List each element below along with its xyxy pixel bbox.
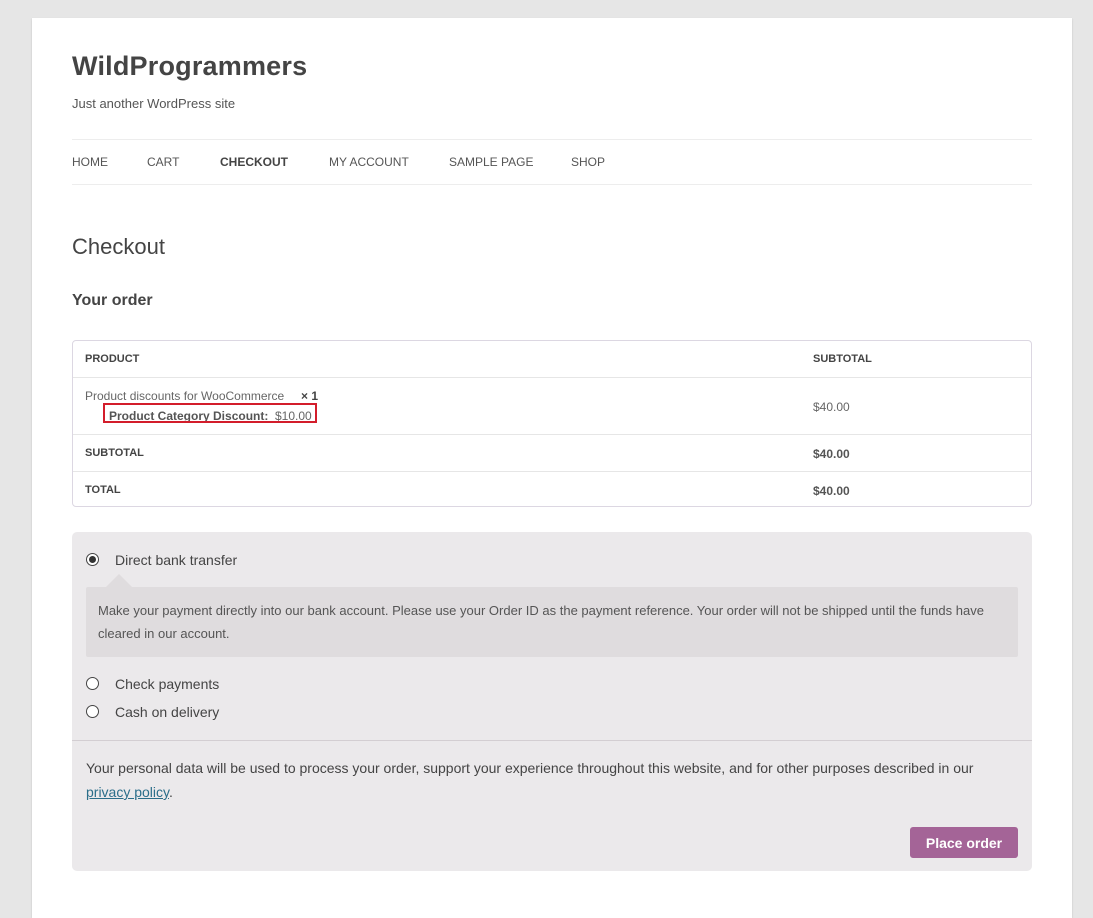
radio-direct-bank-transfer[interactable] [86, 553, 99, 566]
total-value: $40.00 [813, 484, 850, 498]
subtotal-column-header: SUBTOTAL [813, 353, 872, 365]
payment-description-box: Make your payment directly into our bank… [86, 587, 1018, 657]
order-table: PRODUCT SUBTOTAL Product discounts for W… [72, 340, 1032, 507]
page-title: Checkout [72, 234, 165, 259]
payment-description: Make your payment directly into our bank… [98, 603, 984, 641]
total-label: TOTAL [85, 484, 121, 496]
product-name: Product discounts for WooCommerce [85, 389, 285, 403]
product-subtotal: $40.00 [813, 400, 850, 414]
order-heading: Your order [72, 292, 153, 309]
nav-item-sample-page[interactable]: SAMPLE PAGE [449, 155, 533, 169]
privacy-text-end: . [169, 784, 173, 800]
page-container: WildProgrammers Just another WordPress s… [32, 18, 1072, 918]
payment-section: Direct bank transfer Make your payment d… [72, 532, 1032, 871]
subtotal-label: SUBTOTAL [85, 447, 144, 459]
payment-box-arrow [106, 574, 132, 587]
subtotal-row: SUBTOTAL $40.00 [73, 434, 1031, 471]
nav-item-cart[interactable]: CART [147, 155, 179, 169]
product-column-header: PRODUCT [85, 353, 140, 365]
payment-label-check-payments[interactable]: Check payments [115, 676, 219, 692]
nav-item-home[interactable]: HOME [72, 155, 108, 169]
privacy-notice: Your personal data will be used to proce… [86, 756, 1016, 804]
nav-item-shop[interactable]: SHOP [571, 155, 605, 169]
radio-selected-dot [89, 556, 96, 563]
place-order-button[interactable]: Place order [910, 827, 1018, 858]
radio-cash-on-delivery[interactable] [86, 705, 99, 718]
payment-label-cash-on-delivery[interactable]: Cash on delivery [115, 704, 219, 720]
total-row: TOTAL $40.00 [73, 471, 1031, 507]
payment-divider [72, 740, 1032, 741]
payment-label-direct-bank-transfer[interactable]: Direct bank transfer [115, 552, 237, 568]
subtotal-value: $40.00 [813, 447, 850, 461]
radio-check-payments[interactable] [86, 677, 99, 690]
site-title[interactable]: WildProgrammers [72, 51, 307, 82]
privacy-policy-link[interactable]: privacy policy [86, 784, 169, 800]
nav-item-checkout[interactable]: CHECKOUT [220, 155, 288, 169]
product-quantity: × 1 [301, 389, 319, 403]
privacy-text: Your personal data will be used to proce… [86, 760, 974, 776]
discount-highlight-box [103, 403, 317, 423]
nav-item-my-account[interactable]: MY ACCOUNT [329, 155, 409, 169]
main-navigation: HOME CART CHECKOUT MY ACCOUNT SAMPLE PAG… [72, 139, 1032, 185]
site-tagline: Just another WordPress site [72, 96, 236, 111]
